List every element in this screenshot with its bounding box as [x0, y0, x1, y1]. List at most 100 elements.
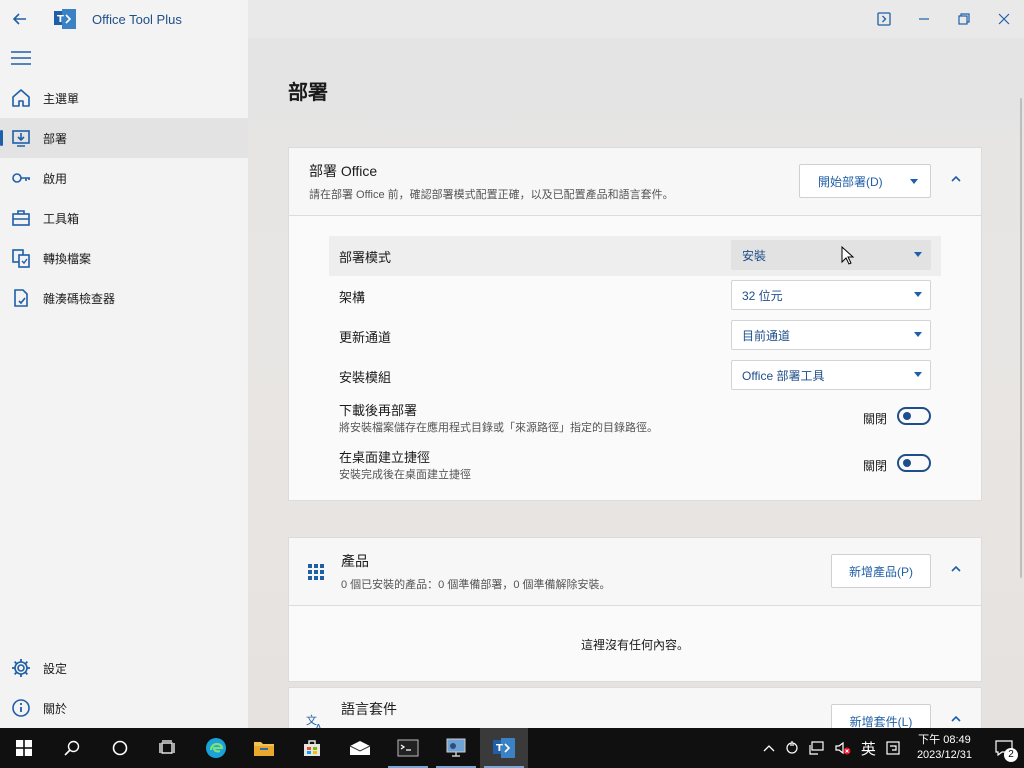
store-icon: [304, 740, 320, 756]
terminal-icon: [397, 739, 419, 757]
action-center-button[interactable]: 2: [984, 728, 1024, 768]
deploy-office-header[interactable]: 部署 Office 請在部署 Office 前，確認部署模式配置正確，以及已配置…: [289, 148, 981, 216]
taskbar-mail[interactable]: [336, 728, 384, 768]
deploy-mode-label: 部署模式: [339, 249, 392, 265]
products-header[interactable]: 產品 0 個已安裝的產品：0 個準備部署，0 個準備解除安裝。 新增產品(P): [289, 538, 981, 606]
add-product-button[interactable]: 新增產品(P): [831, 554, 931, 588]
ime-mode-icon: [886, 741, 900, 755]
svg-text:T: T: [496, 743, 503, 754]
folder-icon: [254, 742, 274, 756]
chevron-down-icon[interactable]: [910, 179, 918, 184]
taskbar-clock[interactable]: 下午 08:49 2023/12/31: [905, 733, 984, 763]
language-packs-header[interactable]: 文A 語言套件 新增套件(L): [289, 688, 981, 728]
mail-icon: [349, 741, 371, 755]
search-button[interactable]: [48, 728, 96, 768]
deploy-mode-select[interactable]: 安裝: [731, 240, 931, 270]
tray-app-button[interactable]: [780, 728, 804, 768]
architecture-label: 架構: [339, 289, 366, 305]
hash-check-icon: [10, 287, 32, 309]
taskbar-store[interactable]: [288, 728, 336, 768]
language-packs-header-text: 語言套件: [341, 699, 397, 719]
chevron-down-icon: [914, 332, 922, 337]
sidebar-item-activate[interactable]: 啟用: [0, 158, 248, 198]
architecture-select[interactable]: 32 位元: [731, 280, 931, 310]
cortana-button[interactable]: [96, 728, 144, 768]
task-view-button[interactable]: [144, 728, 192, 768]
sidebar-item-hash-checker[interactable]: 雜湊碼檢查器: [0, 278, 248, 318]
toggle-title: 下載後再部署: [339, 403, 418, 418]
minimize-button[interactable]: [904, 0, 944, 38]
back-button[interactable]: [0, 0, 40, 38]
translate-icon: 文A: [305, 711, 327, 728]
sidebar-item-deploy[interactable]: 部署: [0, 118, 248, 158]
grid-icon: [305, 561, 327, 583]
arrow-left-icon: [12, 13, 26, 25]
panel-toggle-icon: [877, 12, 891, 26]
deploy-office-header-text: 部署 Office 請在部署 Office 前，確認部署模式配置正確，以及已配置…: [309, 161, 674, 202]
install-module-select[interactable]: Office 部署工具: [731, 360, 931, 390]
sidebar-item-home[interactable]: 主選單: [0, 78, 248, 118]
maximize-button[interactable]: [944, 0, 984, 38]
architecture-value: 32 位元: [742, 288, 783, 303]
home-icon: [10, 87, 32, 109]
compact-mode-button[interactable]: [864, 0, 904, 38]
gear-icon: [10, 657, 32, 679]
update-channel-row: 更新通道 目前通道: [329, 316, 941, 356]
minimize-icon: [919, 18, 929, 20]
hamburger-button[interactable]: [0, 38, 248, 78]
volume-button[interactable]: [830, 728, 856, 768]
app-title: Office Tool Plus: [92, 11, 182, 27]
products-card: 產品 0 個已安裝的產品：0 個準備部署，0 個準備解除安裝。 新增產品(P) …: [288, 537, 982, 682]
cortana-icon: [112, 740, 128, 756]
sidebar-item-about[interactable]: 關於: [0, 688, 248, 728]
search-icon: [64, 740, 80, 756]
add-language-pack-label: 新增套件(L): [849, 714, 913, 729]
add-language-pack-button[interactable]: 新增套件(L): [831, 704, 931, 728]
svg-text:T: T: [57, 14, 64, 25]
sidebar-item-convert[interactable]: 轉換檔案: [0, 238, 248, 278]
taskbar-remote-app[interactable]: [432, 728, 480, 768]
chevron-down-icon: [914, 252, 922, 257]
toggle-knob: [903, 459, 911, 467]
chevron-up-icon[interactable]: [949, 172, 963, 186]
toggle-description: 安裝完成後在桌面建立捷徑: [339, 469, 471, 481]
tray-app-icon: [786, 741, 798, 754]
start-deploy-label: 開始部署(D): [818, 174, 883, 189]
ime-mode-button[interactable]: [881, 728, 905, 768]
sidebar-item-label: 轉換檔案: [43, 251, 92, 266]
taskbar-office-tool-plus[interactable]: T: [480, 728, 528, 768]
sidebar-item-label: 工具箱: [43, 211, 80, 226]
card-subtitle: 請在部署 Office 前，確認部署模式配置正確，以及已配置產品和語言套件。: [309, 189, 674, 201]
toggle-state-label: 關閉: [862, 412, 887, 426]
start-button[interactable]: [0, 728, 48, 768]
desktop-shortcut-row: 在桌面建立捷徑 安裝完成後在桌面建立捷徑 關閉: [329, 443, 941, 490]
edge-browser-icon: [206, 738, 226, 758]
toggle-state-label: 關閉: [862, 459, 887, 473]
toggle-knob: [903, 412, 911, 420]
start-deploy-button[interactable]: 開始部署(D): [799, 164, 931, 198]
update-channel-select[interactable]: 目前通道: [731, 320, 931, 350]
app-logo-icon: T: [54, 9, 76, 29]
toggle-description: 將安裝檔案儲存在應用程式目錄或「來源路徑」指定的目錄路徑。: [339, 422, 658, 434]
sidebar-bottom: 設定 關於: [0, 648, 248, 728]
chevron-up-icon[interactable]: [949, 562, 963, 576]
update-channel-value: 目前通道: [742, 328, 791, 343]
network-button[interactable]: [804, 728, 830, 768]
desktop-shortcut-toggle[interactable]: [897, 454, 931, 472]
monitor-app-icon: [446, 738, 466, 757]
language-packs-card: 文A 語言套件 新增套件(L): [288, 687, 982, 728]
close-icon: [998, 13, 1010, 25]
system-tray: 英 下午 08:49 2023/12/31 2: [758, 728, 1024, 768]
card-title: 語言套件: [341, 701, 397, 717]
taskbar-edge[interactable]: [192, 728, 240, 768]
close-button[interactable]: [984, 0, 1024, 38]
sidebar-item-toolbox[interactable]: 工具箱: [0, 198, 248, 238]
chevron-up-icon[interactable]: [949, 712, 963, 726]
sidebar-item-settings[interactable]: 設定: [0, 648, 248, 688]
scrollbar[interactable]: [1020, 98, 1022, 578]
taskbar-file-explorer[interactable]: [240, 728, 288, 768]
show-hidden-icons-button[interactable]: [758, 728, 780, 768]
taskbar-terminal[interactable]: [384, 728, 432, 768]
download-then-deploy-toggle[interactable]: [897, 407, 931, 425]
ime-indicator[interactable]: 英: [856, 728, 881, 768]
